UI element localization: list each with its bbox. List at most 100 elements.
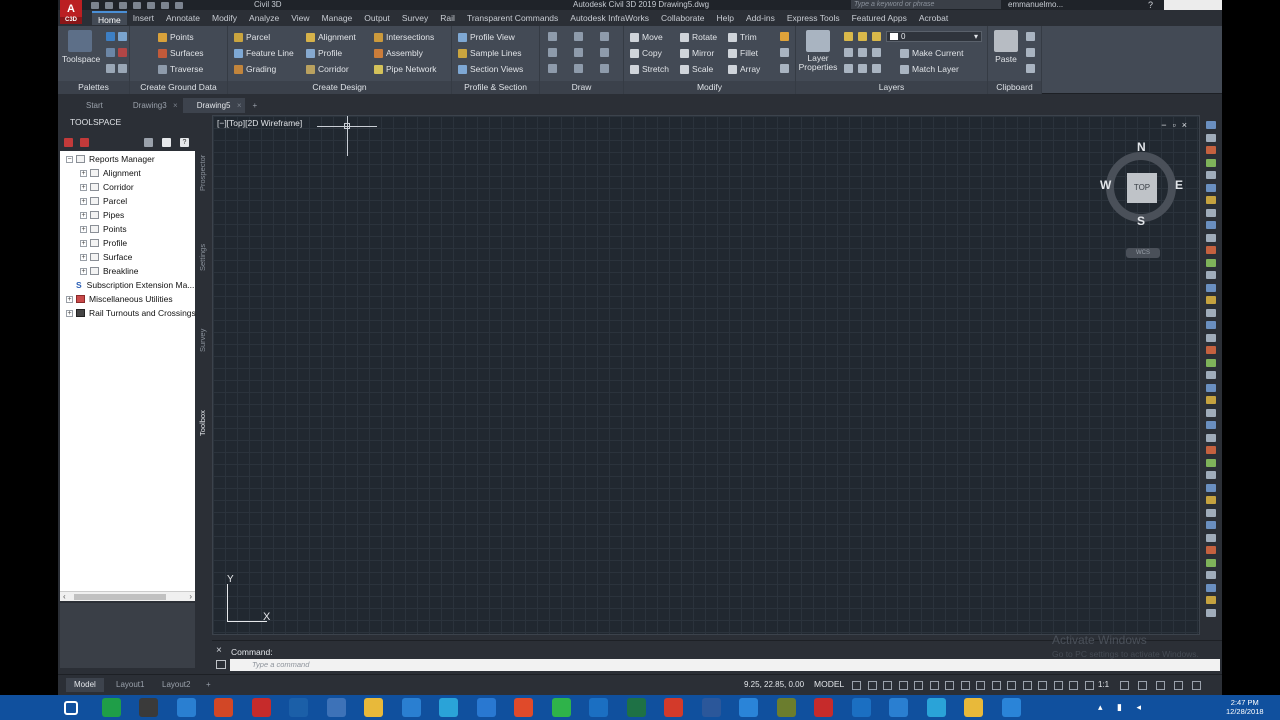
tree-node[interactable]: + Pipes bbox=[80, 209, 124, 221]
ribbon-tab-express-tools[interactable]: Express Tools bbox=[781, 11, 846, 25]
layout-tab-model[interactable]: Model bbox=[66, 678, 104, 692]
wcs-menu[interactable]: WCS bbox=[1126, 248, 1160, 258]
boundary-icon[interactable] bbox=[600, 64, 609, 73]
compass-west[interactable]: W bbox=[1100, 178, 1111, 192]
toolbar-tool-icon[interactable] bbox=[1206, 521, 1216, 529]
move-button[interactable]: Move bbox=[630, 32, 663, 42]
tree-node[interactable]: + Parcel bbox=[80, 195, 127, 207]
survey-icon[interactable] bbox=[106, 48, 115, 57]
powerpoint-icon[interactable] bbox=[214, 698, 233, 717]
status-toggle-icon[interactable] bbox=[976, 681, 985, 690]
corridor-button[interactable]: Corridor bbox=[306, 64, 349, 74]
circle-icon[interactable] bbox=[574, 48, 583, 57]
explode-icon[interactable] bbox=[780, 48, 789, 57]
toolbar-tool-icon[interactable] bbox=[1206, 133, 1216, 142]
layer-tool-icon[interactable] bbox=[872, 48, 881, 57]
panel-title[interactable]: Create Design bbox=[228, 81, 451, 94]
toolbar-tool-icon[interactable] bbox=[1206, 533, 1216, 542]
toolbar-tool-icon[interactable] bbox=[1206, 383, 1216, 392]
toolbar-tool-icon[interactable] bbox=[1206, 333, 1216, 342]
copy-clip-icon[interactable] bbox=[1026, 48, 1035, 57]
viewcube[interactable]: TOP N S E W WCS bbox=[1100, 140, 1184, 258]
panel-title[interactable]: Create Ground Data bbox=[130, 81, 227, 94]
excel-icon[interactable] bbox=[626, 698, 646, 717]
autocad-icon[interactable] bbox=[926, 698, 946, 717]
civil3d-icon[interactable] bbox=[889, 698, 908, 717]
annotation-scale[interactable]: 1:1 bbox=[1098, 680, 1109, 689]
status-toggle-icon[interactable] bbox=[883, 681, 892, 690]
panel-title[interactable]: Profile & Section Views bbox=[452, 81, 539, 105]
ribbon-tab-modify[interactable]: Modify bbox=[206, 11, 243, 25]
status-toggle-icon[interactable] bbox=[867, 681, 877, 690]
files-icon[interactable] bbox=[326, 698, 346, 717]
prospector-icon[interactable] bbox=[106, 32, 115, 41]
toolbar-tool-icon[interactable] bbox=[1206, 496, 1216, 504]
layer-tool-icon[interactable] bbox=[858, 64, 867, 73]
tree-node[interactable]: + Profile bbox=[80, 237, 127, 249]
settings-icon[interactable] bbox=[118, 32, 127, 41]
tree-node[interactable]: + Alignment bbox=[80, 167, 141, 179]
expand-icon[interactable]: + bbox=[80, 169, 87, 177]
panel-title[interactable]: Draw bbox=[540, 81, 623, 94]
ribbon-tab-insert[interactable]: Insert bbox=[127, 11, 160, 25]
toolbar-tool-icon[interactable] bbox=[1206, 508, 1216, 517]
expand-icon[interactable]: + bbox=[80, 183, 87, 191]
recap-icon[interactable] bbox=[964, 698, 983, 717]
ellipse-icon[interactable] bbox=[600, 32, 609, 41]
toolbar-tool-icon[interactable] bbox=[1206, 296, 1216, 304]
toolspace-button[interactable]: Toolspace bbox=[62, 30, 100, 64]
expand-icon[interactable]: + bbox=[80, 225, 87, 233]
toolbar-tool-icon[interactable] bbox=[1206, 421, 1216, 429]
autocad-icon[interactable] bbox=[251, 698, 271, 717]
ribbon-tab-analyze[interactable]: Analyze bbox=[243, 11, 285, 25]
properties-icon[interactable] bbox=[106, 64, 115, 73]
status-toggle-icon[interactable] bbox=[929, 681, 939, 690]
redo-icon[interactable] bbox=[175, 1, 183, 9]
doc-tab-drawing3[interactable]: Drawing3 × bbox=[119, 98, 181, 113]
toolbar-tool-icon[interactable] bbox=[1206, 158, 1216, 167]
profile-button[interactable]: Profile bbox=[306, 48, 342, 58]
undo-icon[interactable] bbox=[161, 1, 169, 9]
arc-icon[interactable] bbox=[574, 32, 583, 41]
tree-node[interactable]: + Corridor bbox=[80, 181, 134, 193]
horizontal-scrollbar[interactable]: ‹ › bbox=[60, 591, 195, 601]
panel-title[interactable]: Modify bbox=[624, 81, 795, 94]
design-center-icon[interactable] bbox=[118, 64, 127, 73]
command-customize-icon[interactable] bbox=[216, 660, 226, 669]
workspace-switcher[interactable]: Civil 3D bbox=[254, 0, 282, 9]
ribbon-tab-view[interactable]: View bbox=[285, 11, 315, 25]
status-toggle-icon[interactable] bbox=[1069, 681, 1078, 690]
revit-icon[interactable] bbox=[289, 698, 308, 717]
acrobat-icon[interactable] bbox=[814, 698, 833, 717]
status-toggle-icon[interactable] bbox=[1053, 681, 1063, 690]
make-current-button[interactable]: Make Current bbox=[900, 48, 964, 58]
toolbar-tool-icon[interactable] bbox=[1206, 546, 1216, 554]
expand-icon[interactable]: + bbox=[80, 197, 87, 205]
compass-south[interactable]: S bbox=[1137, 214, 1145, 228]
toolbar-tool-icon[interactable] bbox=[1206, 233, 1216, 242]
spline-icon[interactable] bbox=[548, 64, 557, 73]
ribbon-tab-home[interactable]: Home bbox=[92, 11, 127, 25]
layer-tool-icon[interactable] bbox=[844, 64, 853, 73]
toolbar-tool-icon[interactable] bbox=[1206, 433, 1216, 442]
chrome-icon[interactable] bbox=[514, 698, 533, 717]
status-tool-icon[interactable] bbox=[1138, 681, 1147, 690]
compass-east[interactable]: E bbox=[1175, 178, 1183, 192]
viewcube-top-face[interactable]: TOP bbox=[1127, 173, 1157, 203]
help-icon[interactable]: ? bbox=[1148, 0, 1161, 10]
compass-north[interactable]: N bbox=[1137, 140, 1146, 154]
print-icon[interactable] bbox=[147, 1, 155, 9]
toolbar-tool-icon[interactable] bbox=[1206, 396, 1216, 404]
doc-tab-drawing5[interactable]: Drawing5 × bbox=[182, 98, 245, 113]
status-toggle-icon[interactable] bbox=[1084, 681, 1094, 690]
ribbon-tab-rail[interactable]: Rail bbox=[434, 11, 461, 25]
toolbar-tool-icon[interactable] bbox=[1206, 258, 1216, 267]
layer-tool-icon[interactable] bbox=[872, 64, 881, 73]
toolbar-tool-icon[interactable] bbox=[1206, 221, 1216, 229]
save-icon[interactable] bbox=[119, 1, 127, 9]
ribbon-tab-featured-apps[interactable]: Featured Apps bbox=[846, 11, 913, 25]
layer-tool-icon[interactable] bbox=[844, 48, 853, 57]
paste-button[interactable]: Paste bbox=[992, 30, 1020, 64]
pipe-network-button[interactable]: Pipe Network bbox=[374, 64, 437, 74]
layer-properties-button[interactable]: Layer Properties bbox=[798, 30, 838, 72]
